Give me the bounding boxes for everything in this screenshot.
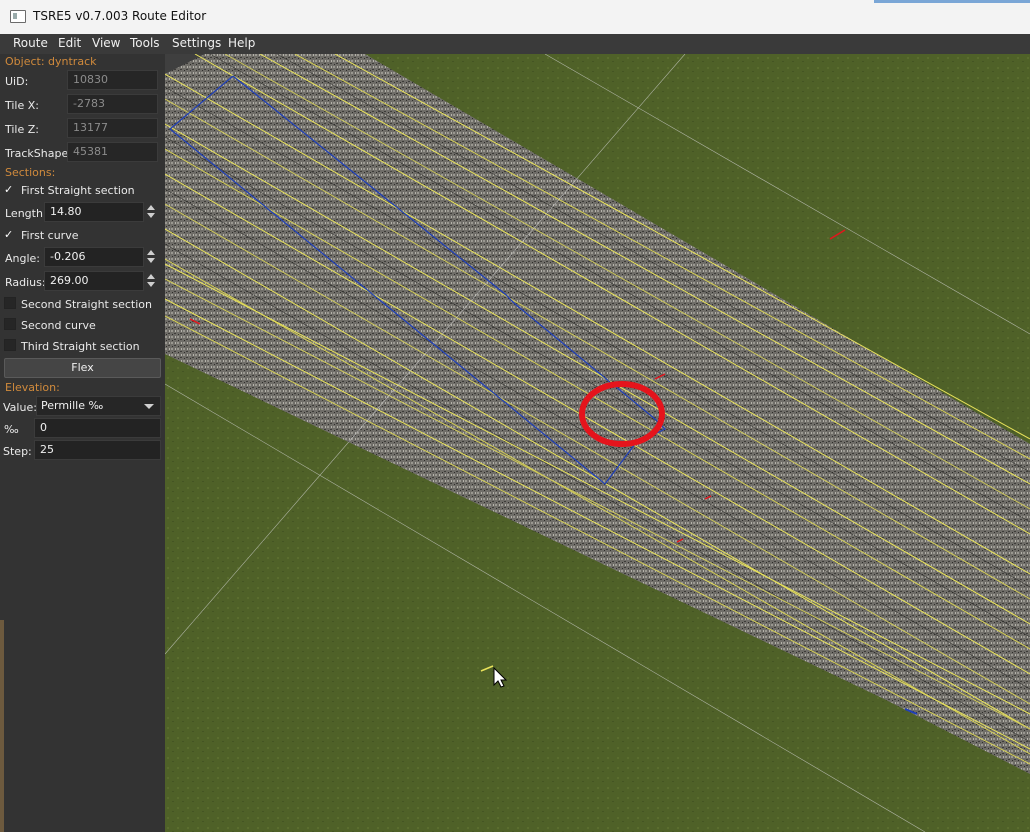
length-field[interactable]: 14.80 bbox=[44, 202, 144, 222]
tile-z-field[interactable]: 13177 bbox=[67, 118, 158, 138]
third-straight-label: Third Straight section bbox=[21, 340, 140, 353]
menu-settings[interactable]: Settings bbox=[172, 36, 221, 50]
menu-route[interactable]: Route bbox=[13, 36, 48, 50]
angle-field[interactable]: -0.206 bbox=[44, 247, 144, 267]
radius-field[interactable]: 269.00 bbox=[44, 271, 144, 291]
permille-label: ‰ bbox=[4, 423, 19, 436]
app-icon bbox=[10, 10, 26, 23]
3d-viewport[interactable] bbox=[165, 54, 1030, 832]
uid-label: UiD: bbox=[5, 75, 29, 88]
first-curve-checkbox[interactable]: ✓ bbox=[4, 229, 16, 241]
first-straight-checkbox[interactable]: ✓ bbox=[4, 184, 16, 196]
window-title: TSRE5 v0.7.003 Route Editor bbox=[33, 9, 207, 23]
window-accent bbox=[874, 0, 1030, 3]
value-label: Value: bbox=[3, 401, 37, 414]
title-bar: TSRE5 v0.7.003 Route Editor bbox=[0, 0, 1030, 35]
elevation-header: Elevation: bbox=[5, 381, 60, 394]
chevron-down-icon bbox=[144, 404, 154, 409]
trackshape-label: TrackShape: bbox=[5, 147, 72, 160]
sections-header: Sections: bbox=[5, 166, 56, 179]
tile-z-label: Tile Z: bbox=[5, 123, 39, 136]
trackshape-field[interactable]: 45381 bbox=[67, 142, 158, 162]
second-straight-label: Second Straight section bbox=[21, 298, 152, 311]
tile-x-label: Tile X: bbox=[5, 99, 39, 112]
second-curve-label: Second curve bbox=[21, 319, 96, 332]
angle-spinner[interactable] bbox=[144, 247, 158, 267]
length-spinner[interactable] bbox=[144, 202, 158, 222]
track-scene bbox=[165, 54, 1030, 832]
second-curve-checkbox[interactable] bbox=[4, 318, 16, 330]
uid-field[interactable]: 10830 bbox=[67, 70, 158, 90]
background-edge bbox=[0, 620, 4, 832]
second-straight-checkbox[interactable] bbox=[4, 297, 16, 309]
menu-bar: Route Edit View Tools Settings Help bbox=[0, 34, 1030, 54]
radius-label: Radius: bbox=[5, 276, 46, 289]
third-straight-checkbox[interactable] bbox=[4, 339, 16, 351]
first-curve-label: First curve bbox=[21, 229, 79, 242]
properties-panel: Object: dyntrack UiD: 10830 Tile X: -278… bbox=[0, 54, 165, 832]
tile-x-field[interactable]: -2783 bbox=[67, 94, 158, 114]
menu-tools[interactable]: Tools bbox=[130, 36, 160, 50]
flex-button[interactable]: Flex bbox=[4, 358, 161, 378]
radius-spinner[interactable] bbox=[144, 271, 158, 291]
first-straight-label: First Straight section bbox=[21, 184, 135, 197]
object-header: Object: dyntrack bbox=[5, 55, 97, 68]
angle-label: Angle: bbox=[5, 252, 41, 265]
value-select[interactable]: Permille ‰ bbox=[36, 396, 161, 416]
step-field[interactable]: 25 bbox=[34, 440, 161, 460]
menu-view[interactable]: View bbox=[92, 36, 120, 50]
step-label: Step: bbox=[3, 445, 32, 458]
permille-field[interactable]: 0 bbox=[34, 418, 161, 438]
menu-edit[interactable]: Edit bbox=[58, 36, 81, 50]
menu-help[interactable]: Help bbox=[228, 36, 255, 50]
length-label: Length: bbox=[5, 207, 47, 220]
value-select-text: Permille ‰ bbox=[41, 399, 104, 412]
